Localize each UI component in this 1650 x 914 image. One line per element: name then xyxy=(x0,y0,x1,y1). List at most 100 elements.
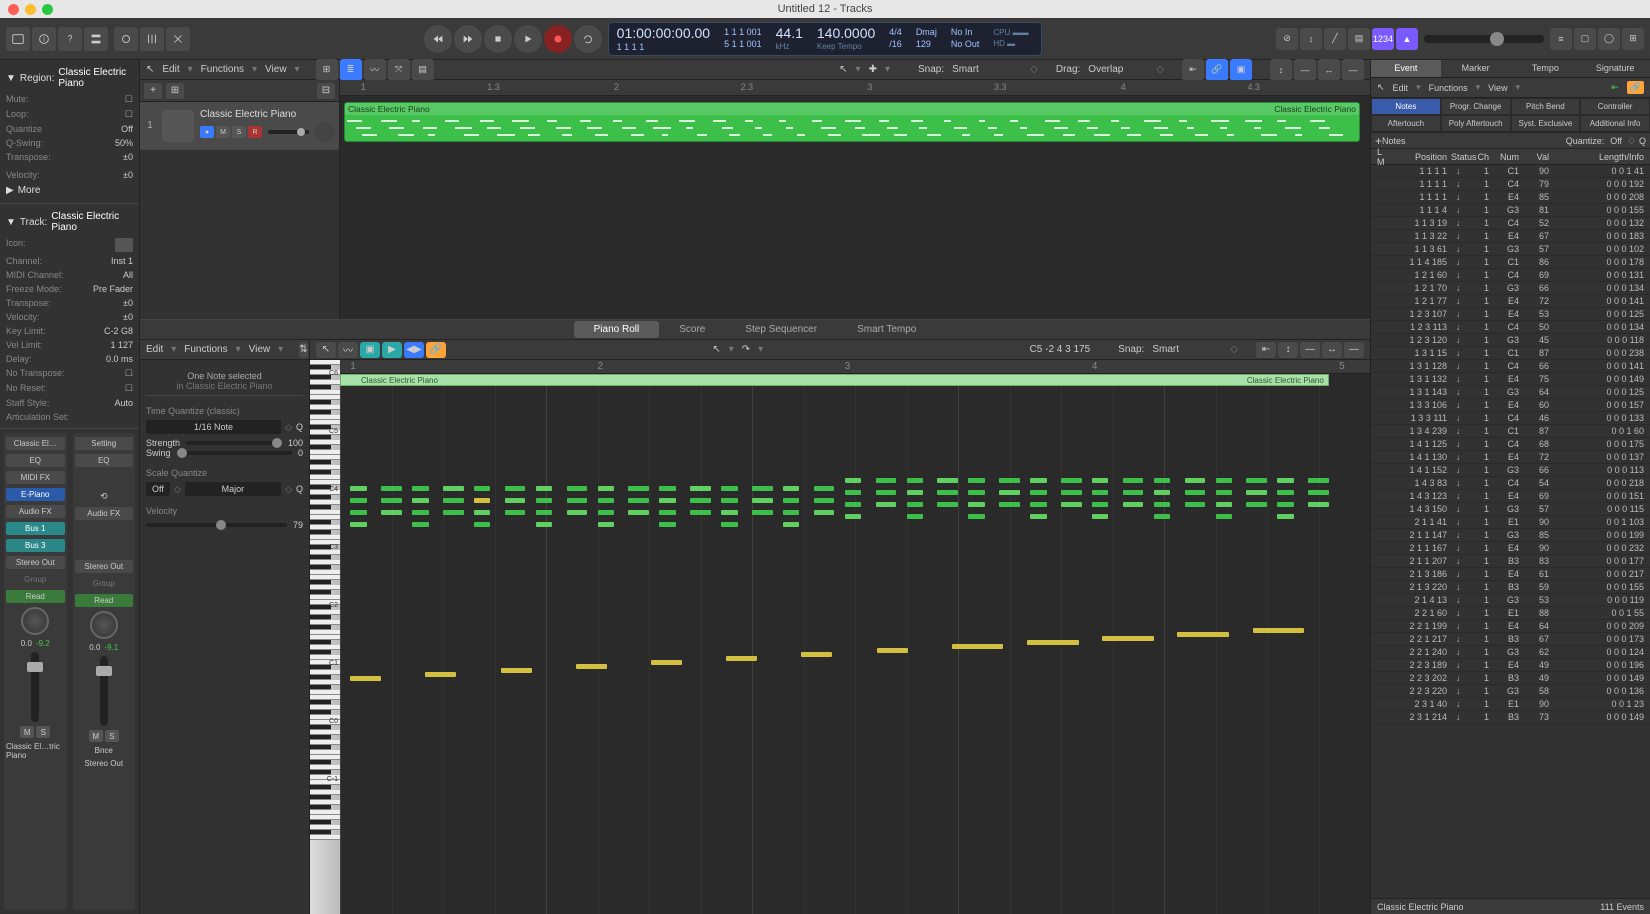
midi-note[interactable] xyxy=(659,486,675,491)
track-transpose-value[interactable]: ±0 xyxy=(123,298,133,308)
grid-view-button[interactable]: ⊞ xyxy=(316,59,338,81)
event-note[interactable]: E4 xyxy=(1491,309,1521,319)
filter-notes[interactable]: Notes xyxy=(1371,98,1441,115)
event-velocity[interactable]: 66 xyxy=(1521,465,1551,475)
midi-note[interactable] xyxy=(1030,502,1046,507)
midi-note[interactable] xyxy=(350,498,366,503)
midi-note-bass[interactable] xyxy=(801,652,832,657)
lcd-key[interactable]: Dmaj xyxy=(916,27,937,39)
track-enable-button[interactable]: ● xyxy=(200,126,214,138)
filter-syst-exclusive[interactable]: Syst. Exclusive xyxy=(1511,115,1581,132)
event-row[interactable]: 2 2 1 217♩1B3670 0 0 173 xyxy=(1371,633,1650,646)
editor-hzoom-slider[interactable]: — xyxy=(1344,342,1364,358)
event-velocity[interactable]: 49 xyxy=(1521,660,1551,670)
event-position[interactable]: 2 2 3 189 xyxy=(1389,660,1449,670)
midi-note-bass[interactable] xyxy=(726,656,757,661)
event-length[interactable]: 0 0 1 60 xyxy=(1551,426,1646,436)
event-note[interactable]: G3 xyxy=(1491,595,1521,605)
list-view-button[interactable]: ≣ xyxy=(340,59,362,81)
track-header[interactable]: ▼ Track: Classic Electric Piano xyxy=(6,208,133,236)
event-status[interactable]: ♩ xyxy=(1449,205,1473,215)
event-position[interactable]: 1 1 1 4 xyxy=(1389,205,1449,215)
event-channel[interactable]: 1 xyxy=(1473,595,1491,605)
event-channel[interactable]: 1 xyxy=(1473,387,1491,397)
event-row[interactable]: 1 1 1 4♩1G3810 0 0 155 xyxy=(1371,204,1650,217)
event-row[interactable]: 1 3 3 106♩1E4600 0 0 157 xyxy=(1371,399,1650,412)
strip1-mute[interactable]: M xyxy=(20,726,34,738)
midi-note[interactable] xyxy=(350,510,366,515)
midi-note[interactable] xyxy=(505,498,526,503)
midi-note[interactable] xyxy=(845,478,861,483)
scale-on[interactable]: Off xyxy=(146,482,170,496)
event-length[interactable]: 0 0 0 199 xyxy=(1551,530,1646,540)
midi-note[interactable] xyxy=(536,522,552,527)
add-event-button[interactable]: + xyxy=(1375,134,1382,148)
fullscreen-window-icon[interactable] xyxy=(42,4,53,15)
event-velocity[interactable]: 64 xyxy=(1521,387,1551,397)
freeze-value[interactable]: Pre Fader xyxy=(93,284,133,294)
event-length[interactable]: 0 0 0 232 xyxy=(1551,543,1646,553)
strip2-out[interactable]: Stereo Out xyxy=(75,560,134,573)
event-row[interactable]: 1 2 1 77♩1E4720 0 0 141 xyxy=(1371,295,1650,308)
event-note[interactable]: B3 xyxy=(1491,556,1521,566)
notepad-button[interactable]: ▢ xyxy=(1574,28,1596,50)
event-status[interactable]: ♩ xyxy=(1449,361,1473,371)
event-velocity[interactable]: 53 xyxy=(1521,595,1551,605)
event-velocity[interactable]: 60 xyxy=(1521,400,1551,410)
brush-tool-button[interactable]: 〰 xyxy=(338,342,358,358)
midi-note[interactable] xyxy=(659,522,675,527)
event-note[interactable]: B3 xyxy=(1491,712,1521,722)
event-position[interactable]: 1 4 1 130 xyxy=(1389,452,1449,462)
midi-note[interactable] xyxy=(1061,490,1082,495)
filter-poly-aftertouch[interactable]: Poly Aftertouch xyxy=(1441,115,1511,132)
event-row[interactable]: 2 1 1 147♩1G3850 0 0 199 xyxy=(1371,529,1650,542)
editor-view-menu[interactable]: View xyxy=(249,344,271,355)
midi-note[interactable] xyxy=(1030,514,1046,519)
strip1-fader[interactable] xyxy=(31,652,39,722)
event-velocity[interactable]: 45 xyxy=(1521,335,1551,345)
vzoom-slider[interactable]: — xyxy=(1294,59,1316,81)
midi-note[interactable] xyxy=(845,502,861,507)
midi-note[interactable] xyxy=(845,490,861,495)
event-row[interactable]: 2 2 1 199♩1E4640 0 0 209 xyxy=(1371,620,1650,633)
notes-label[interactable]: Notes xyxy=(1382,136,1406,146)
track-solo-button[interactable]: S xyxy=(232,126,246,138)
event-note[interactable]: C4 xyxy=(1491,361,1521,371)
cycle-button[interactable] xyxy=(574,25,602,53)
strip1-bus2[interactable]: Bus 3 xyxy=(6,539,65,552)
editor-tab-smart-tempo[interactable]: Smart Tempo xyxy=(837,321,936,338)
event-status[interactable]: ♩ xyxy=(1449,257,1473,267)
strength-slider[interactable] xyxy=(186,441,282,445)
event-note[interactable]: E4 xyxy=(1491,660,1521,670)
event-note[interactable]: E1 xyxy=(1491,699,1521,709)
loop-checkbox[interactable]: ☐ xyxy=(125,109,133,120)
event-status[interactable]: ♩ xyxy=(1449,270,1473,280)
strip2-group[interactable]: Group xyxy=(75,577,134,590)
event-velocity[interactable]: 50 xyxy=(1521,322,1551,332)
quantize-button-2[interactable]: Q xyxy=(296,484,303,494)
event-channel[interactable]: 1 xyxy=(1473,335,1491,345)
event-row[interactable]: 1 4 1 152♩1G3660 0 0 113 xyxy=(1371,464,1650,477)
event-length[interactable]: 0 0 0 155 xyxy=(1551,582,1646,592)
event-length[interactable]: 0 0 0 183 xyxy=(1551,231,1646,241)
event-position[interactable]: 1 1 4 185 xyxy=(1389,257,1449,267)
event-status[interactable]: ♩ xyxy=(1449,608,1473,618)
strip2-eq[interactable]: EQ xyxy=(75,454,134,467)
col-ch[interactable]: Ch xyxy=(1473,152,1491,162)
rp-tab-tempo[interactable]: Tempo xyxy=(1511,60,1581,77)
event-row[interactable]: 1 1 1 1♩1E4850 0 0 208 xyxy=(1371,191,1650,204)
hzoom-out-button[interactable]: ↔ xyxy=(1318,59,1340,81)
midi-note[interactable] xyxy=(1185,490,1206,495)
scissors-button[interactable] xyxy=(166,27,190,51)
event-row[interactable]: 2 1 4 13♩1G3530 0 0 119 xyxy=(1371,594,1650,607)
event-channel[interactable]: 1 xyxy=(1473,413,1491,423)
midi-note[interactable] xyxy=(474,498,490,503)
midi-note[interactable] xyxy=(907,478,923,483)
event-length[interactable]: 0 0 0 149 xyxy=(1551,712,1646,722)
midi-note[interactable] xyxy=(783,486,799,491)
event-note[interactable]: G3 xyxy=(1491,647,1521,657)
event-length[interactable]: 0 0 0 208 xyxy=(1551,192,1646,202)
event-velocity[interactable]: 73 xyxy=(1521,712,1551,722)
metronome-button[interactable]: ▲ xyxy=(1396,28,1418,50)
midi-note[interactable] xyxy=(1216,490,1232,495)
